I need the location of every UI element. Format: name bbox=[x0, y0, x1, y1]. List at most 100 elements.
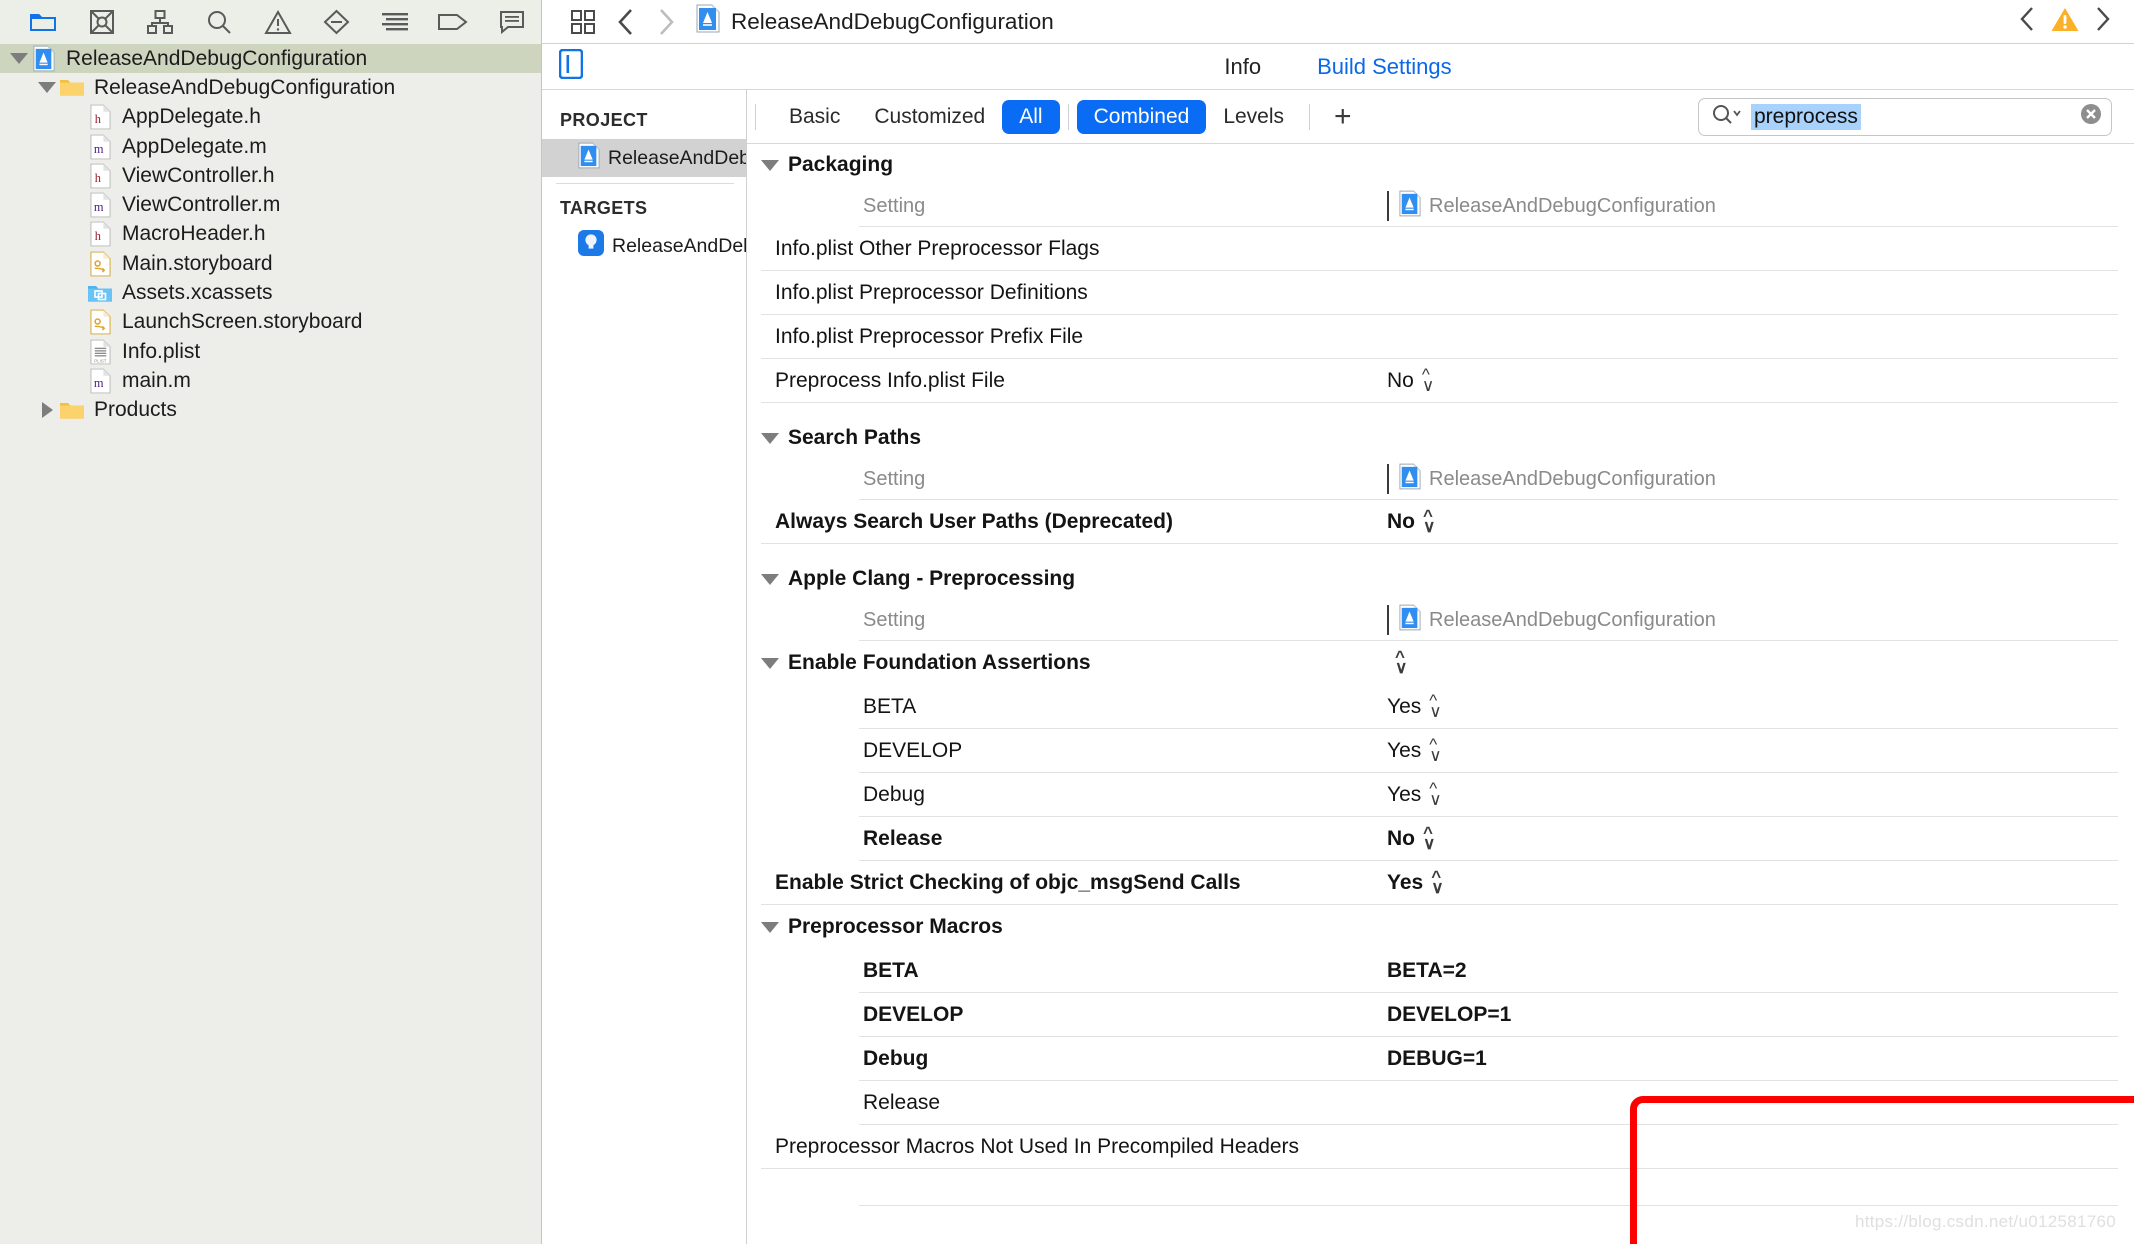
related-items-icon[interactable] bbox=[560, 0, 606, 44]
navigator-item[interactable]: h AppDelegate.h bbox=[0, 103, 541, 132]
navigator-item-disclosure[interactable] bbox=[8, 53, 30, 65]
search-icon[interactable] bbox=[190, 0, 249, 44]
forward-button[interactable] bbox=[646, 0, 686, 44]
setting-row[interactable]: Info.plist Other Preprocessor Flags bbox=[747, 227, 2134, 270]
setting-row[interactable]: BETA BETA=2 bbox=[747, 949, 2134, 992]
warning-triangle-icon[interactable] bbox=[2046, 6, 2084, 38]
tag-icon[interactable] bbox=[424, 0, 483, 44]
setting-row[interactable]: Preprocess Info.plist File No ^ ∨ bbox=[747, 359, 2134, 402]
navigator-item[interactable]: ReleaseAndDebugConfiguration bbox=[0, 44, 541, 74]
clear-icon[interactable] bbox=[2079, 102, 2103, 131]
search-input[interactable]: preprocess bbox=[1751, 103, 1861, 130]
issue-prev-button[interactable] bbox=[2012, 6, 2044, 37]
navigator-item[interactable]: m AppDelegate.m bbox=[0, 132, 541, 161]
setting-row[interactable]: Info.plist Preprocessor Definitions bbox=[747, 271, 2134, 314]
column-header-value-label: ReleaseAndDebugConfiguration bbox=[1429, 608, 1716, 631]
setting-value[interactable]: DEVELOP=1 bbox=[1387, 1003, 1817, 1027]
setting-row[interactable]: BETA Yes ^ ∨ bbox=[747, 685, 2134, 728]
build-settings-search-field[interactable]: preprocess bbox=[1698, 97, 2112, 136]
breadcrumb[interactable]: ReleaseAndDebugConfiguration bbox=[696, 4, 1054, 39]
disclosure-triangle-open-icon[interactable] bbox=[761, 159, 779, 171]
value-stepper-icon[interactable]: ^ ∨ bbox=[1423, 824, 1435, 851]
navigator-item[interactable]: h MacroHeader.h bbox=[0, 220, 541, 249]
value-stepper-icon[interactable]: ^ ∨ bbox=[1429, 736, 1441, 763]
setting-row[interactable]: DEVELOP DEVELOP=1 bbox=[747, 993, 2134, 1036]
tab-build-settings[interactable]: Build Settings bbox=[1317, 54, 1452, 80]
disclosure-triangle-open-icon[interactable] bbox=[761, 657, 779, 669]
value-stepper-icon[interactable]: ^ ∨ bbox=[1422, 366, 1434, 393]
navigator-item[interactable]: Assets.xcassets bbox=[0, 278, 541, 307]
add-user-defined-setting-button[interactable]: + bbox=[1318, 101, 1368, 132]
disclosure-triangle-closed-icon[interactable] bbox=[41, 402, 53, 419]
filter-customized-button[interactable]: Customized bbox=[857, 100, 1002, 134]
breakpoint-list-icon[interactable] bbox=[365, 0, 424, 44]
navigator-item[interactable]: Main.storyboard bbox=[0, 249, 541, 278]
value-stepper-icon[interactable]: ^ ∨ bbox=[1429, 780, 1441, 807]
folder-icon[interactable] bbox=[14, 0, 73, 44]
navigator-item-label: ReleaseAndDebugConfiguration bbox=[94, 75, 396, 99]
navigator-item[interactable]: Products bbox=[0, 396, 541, 425]
setting-row[interactable]: Preprocessor Macros Not Used In Precompi… bbox=[747, 1125, 2134, 1168]
navigator-item-disclosure[interactable] bbox=[36, 82, 58, 94]
navigator-item[interactable]: m main.m bbox=[0, 366, 541, 395]
setting-name: Always Search User Paths (Deprecated) bbox=[775, 509, 1174, 533]
debug-diamond-icon[interactable] bbox=[307, 0, 366, 44]
tab-info[interactable]: Info bbox=[1224, 54, 1261, 80]
settings-section-header[interactable]: Search Paths bbox=[747, 417, 2134, 459]
disclosure-triangle-open-icon[interactable] bbox=[761, 432, 779, 444]
navigator-item-disclosure[interactable] bbox=[36, 402, 58, 419]
setting-row[interactable]: Enable Strict Checking of objc_msgSend C… bbox=[747, 861, 2134, 904]
disclosure-triangle-open-icon[interactable] bbox=[10, 53, 28, 65]
setting-row[interactable]: Release bbox=[747, 1081, 2134, 1124]
comment-icon[interactable] bbox=[483, 0, 542, 44]
setting-value[interactable]: Yes ^ ∨ bbox=[1387, 868, 1817, 895]
filter-combined-button[interactable]: Combined bbox=[1076, 99, 1207, 134]
navigator-item[interactable]: PLIST Info.plist bbox=[0, 337, 541, 366]
setting-group-value[interactable]: ^ ∨ bbox=[1387, 649, 1817, 676]
setting-row[interactable]: DEVELOP Yes ^ ∨ bbox=[747, 729, 2134, 772]
setting-group-row[interactable]: Preprocessor Macros bbox=[747, 905, 2134, 949]
issue-x-icon[interactable] bbox=[73, 0, 132, 44]
setting-row[interactable]: Release No ^ ∨ bbox=[747, 817, 2134, 860]
navigator-item[interactable]: m ViewController.m bbox=[0, 190, 541, 219]
navigator-item[interactable]: h ViewController.h bbox=[0, 161, 541, 190]
value-stepper-icon[interactable]: ^ ∨ bbox=[1423, 507, 1435, 534]
setting-value[interactable]: DEBUG=1 bbox=[1387, 1047, 1817, 1071]
value-stepper-icon[interactable]: ^ ∨ bbox=[1429, 692, 1441, 719]
setting-value[interactable]: Yes ^ ∨ bbox=[1387, 780, 1817, 807]
issue-next-button[interactable] bbox=[2086, 6, 2118, 37]
disclosure-triangle-open-icon[interactable] bbox=[761, 573, 779, 585]
setting-value[interactable]: No ^ ∨ bbox=[1387, 507, 1817, 534]
navigator-item[interactable]: LaunchScreen.storyboard bbox=[0, 308, 541, 337]
warning-triangle-icon[interactable] bbox=[248, 0, 307, 44]
setting-value[interactable]: No ^ ∨ bbox=[1387, 824, 1817, 851]
filter-basic-button[interactable]: Basic bbox=[772, 100, 857, 134]
setting-row[interactable]: Debug Yes ^ ∨ bbox=[747, 773, 2134, 816]
setting-row[interactable]: Info.plist Preprocessor Prefix File bbox=[747, 315, 2134, 358]
value-stepper-icon[interactable]: ^ ∨ bbox=[1431, 868, 1443, 895]
hierarchy-icon[interactable] bbox=[131, 0, 190, 44]
target-list-item[interactable]: ReleaseAndDebugC... bbox=[542, 227, 746, 265]
filter-all-button[interactable]: All bbox=[1002, 99, 1060, 134]
filterbar-divider-2 bbox=[1309, 103, 1311, 130]
back-button[interactable] bbox=[606, 0, 646, 44]
disclosure-triangle-open-icon[interactable] bbox=[761, 921, 779, 933]
setting-value[interactable]: BETA=2 bbox=[1387, 959, 1817, 983]
settings-section-header[interactable]: Packaging bbox=[747, 144, 2134, 186]
filter-levels-button[interactable]: Levels bbox=[1206, 100, 1301, 134]
project-list-item[interactable]: ReleaseAndDebugC... bbox=[542, 139, 746, 177]
project-navigator[interactable]: ReleaseAndDebugConfiguration ReleaseAndDe… bbox=[0, 44, 542, 1244]
setting-row[interactable]: Always Search User Paths (Deprecated) No ^… bbox=[747, 500, 2134, 543]
settings-section-header[interactable]: Apple Clang - Preprocessing bbox=[747, 558, 2134, 600]
navigator-item[interactable]: ReleaseAndDebugConfiguration bbox=[0, 73, 541, 102]
disclosure-triangle-open-icon[interactable] bbox=[38, 82, 56, 94]
navigator-item-label: Main.storyboard bbox=[122, 251, 273, 275]
setting-value[interactable]: No ^ ∨ bbox=[1387, 366, 1817, 393]
search-icon[interactable] bbox=[1711, 103, 1741, 130]
value-stepper-icon[interactable]: ^ ∨ bbox=[1395, 649, 1407, 676]
setting-row[interactable]: Debug DEBUG=1 bbox=[747, 1037, 2134, 1080]
setting-value[interactable]: Yes ^ ∨ bbox=[1387, 692, 1817, 719]
setting-group-row[interactable]: Enable Foundation Assertions ^ ∨ bbox=[747, 641, 2134, 685]
setting-value[interactable]: Yes ^ ∨ bbox=[1387, 736, 1817, 763]
build-settings-table[interactable]: Packaging Setting ReleaseAndDebugConfigura… bbox=[747, 144, 2134, 1244]
